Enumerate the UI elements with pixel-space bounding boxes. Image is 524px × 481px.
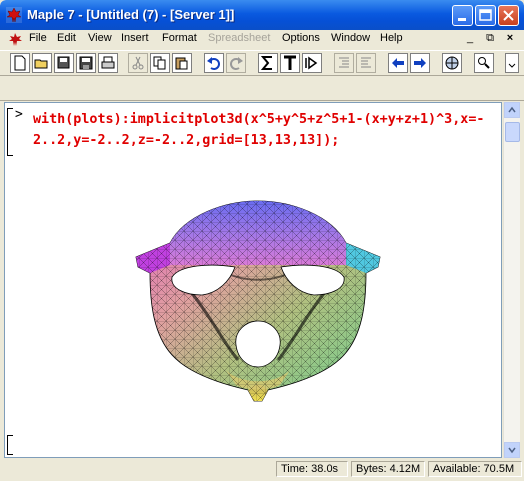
minimize-button[interactable] bbox=[452, 5, 473, 26]
maximize-button[interactable] bbox=[475, 5, 496, 26]
copy-icon bbox=[153, 56, 166, 70]
text-icon bbox=[284, 55, 296, 70]
empty-group-bracket[interactable] bbox=[7, 435, 13, 455]
doc-minimize-icon[interactable]: _ bbox=[462, 32, 478, 46]
menu-options[interactable]: Options bbox=[282, 32, 320, 44]
close-button[interactable] bbox=[498, 5, 519, 26]
open-icon bbox=[34, 59, 48, 69]
zoom-button[interactable] bbox=[474, 53, 494, 73]
vertical-scrollbar[interactable] bbox=[503, 102, 520, 458]
menu-file[interactable]: File bbox=[29, 32, 47, 44]
doc-restore-icon[interactable]: ⧉ bbox=[482, 32, 498, 46]
sigma-icon bbox=[260, 56, 272, 70]
open-button[interactable] bbox=[32, 53, 52, 73]
scroll-up-icon bbox=[508, 106, 516, 113]
context-bar bbox=[0, 77, 524, 101]
status-available: Available: 70.5M bbox=[428, 461, 522, 477]
doc-close-icon[interactable]: × bbox=[502, 32, 518, 46]
indent-icon bbox=[339, 57, 349, 68]
scroll-down-icon bbox=[508, 447, 516, 454]
back-button[interactable] bbox=[388, 53, 408, 73]
undo-icon bbox=[207, 57, 220, 70]
input-prompt: > bbox=[15, 107, 23, 122]
cut-icon bbox=[132, 56, 144, 70]
maple-input[interactable]: with(plots):implicitplot3d(x^5+y^5+z^5+1… bbox=[33, 109, 495, 151]
save-all-button[interactable] bbox=[54, 53, 74, 73]
implicit-3d-plot[interactable] bbox=[130, 195, 386, 410]
cut-button[interactable] bbox=[128, 53, 148, 73]
maple-leaf-icon bbox=[6, 7, 22, 23]
outdent-button[interactable] bbox=[356, 53, 376, 73]
zoom-icon bbox=[478, 57, 490, 69]
save-all-icon bbox=[57, 56, 70, 69]
title-bar[interactable]: Maple 7 - [Untitled (7) - [Server 1]] bbox=[0, 0, 524, 30]
scroll-down-button[interactable] bbox=[504, 442, 520, 458]
document-leaf-icon[interactable] bbox=[8, 32, 23, 47]
copy-button[interactable] bbox=[150, 53, 170, 73]
chevron-down-icon bbox=[508, 63, 516, 68]
close-icon bbox=[503, 10, 514, 21]
maple-window: Maple 7 - [Untitled (7) - [Server 1]] Fi… bbox=[0, 0, 524, 481]
menu-help[interactable]: Help bbox=[380, 32, 403, 44]
window-title: Maple 7 - [Untitled (7) - [Server 1]] bbox=[27, 7, 235, 22]
toolbar bbox=[0, 50, 524, 76]
redo-button[interactable] bbox=[226, 53, 246, 73]
forward-icon bbox=[414, 58, 426, 68]
back-icon bbox=[392, 58, 404, 68]
worksheet[interactable]: > with(plots):implicitplot3d(x^5+y^5+z^5… bbox=[4, 102, 502, 458]
print-button[interactable] bbox=[98, 53, 118, 73]
document-window-controls: _ ⧉ × bbox=[462, 32, 520, 48]
sigma-button[interactable] bbox=[258, 53, 278, 73]
scroll-up-button[interactable] bbox=[504, 102, 520, 118]
menu-format[interactable]: Format bbox=[162, 32, 197, 44]
new-button[interactable] bbox=[10, 53, 30, 73]
menu-window[interactable]: Window bbox=[331, 32, 370, 44]
execution-group-bracket[interactable] bbox=[7, 108, 13, 156]
menu-view[interactable]: View bbox=[88, 32, 112, 44]
new-icon bbox=[14, 55, 26, 71]
print-icon bbox=[101, 56, 115, 69]
maximize-icon bbox=[479, 9, 492, 21]
indent-button[interactable] bbox=[334, 53, 354, 73]
forward-button[interactable] bbox=[410, 53, 430, 73]
menu-edit[interactable]: Edit bbox=[57, 32, 76, 44]
paste-button[interactable] bbox=[172, 53, 192, 73]
paste-icon bbox=[175, 57, 188, 70]
stop-icon bbox=[445, 56, 459, 70]
undo-button[interactable] bbox=[204, 53, 224, 73]
toolbar-dropdown[interactable] bbox=[505, 53, 519, 73]
menu-insert[interactable]: Insert bbox=[121, 32, 149, 44]
status-bytes: Bytes: 4.12M bbox=[351, 461, 425, 477]
outdent-icon bbox=[361, 57, 371, 68]
save-icon bbox=[79, 56, 93, 70]
status-bar: Time: 38.0s Bytes: 4.12M Available: 70.5… bbox=[0, 458, 524, 481]
scroll-thumb[interactable] bbox=[505, 122, 520, 142]
save-button[interactable] bbox=[76, 53, 96, 73]
status-time: Time: 38.0s bbox=[276, 461, 348, 477]
execute-icon bbox=[305, 56, 318, 70]
text-button[interactable] bbox=[280, 53, 300, 73]
menu-bar: File Edit View Insert Format Spreadsheet… bbox=[0, 30, 524, 49]
stop-button[interactable] bbox=[442, 53, 462, 73]
redo-icon bbox=[230, 57, 243, 70]
minimize-icon bbox=[458, 18, 466, 21]
execute-button[interactable] bbox=[302, 53, 322, 73]
menu-spreadsheet[interactable]: Spreadsheet bbox=[208, 32, 270, 44]
